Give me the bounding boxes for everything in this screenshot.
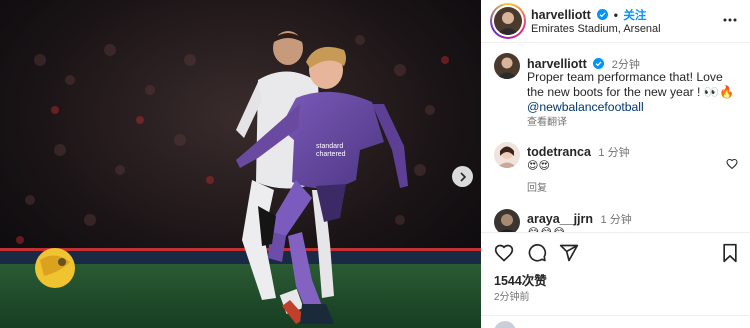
- verified-badge-icon: [593, 58, 605, 69]
- mention-link[interactable]: @newbalancefootball: [527, 100, 644, 114]
- avatar: [494, 321, 516, 328]
- see-translation-link[interactable]: 查看翻译: [527, 113, 567, 128]
- separator-dot: •: [613, 8, 618, 22]
- comment-avatar[interactable]: [494, 142, 520, 168]
- next-media-button[interactable]: [452, 166, 473, 187]
- heart-icon[interactable]: [494, 243, 514, 263]
- avatar[interactable]: [494, 7, 522, 35]
- comment-text: 😍😍: [527, 160, 550, 172]
- bookmark-icon[interactable]: [720, 243, 740, 263]
- svg-text:chartered: chartered: [316, 151, 346, 158]
- ball: [35, 248, 75, 288]
- like-count[interactable]: 1544次赞: [494, 270, 547, 289]
- comment-username[interactable]: todetranca: [527, 145, 591, 159]
- caption-username[interactable]: harvelliott: [527, 57, 587, 71]
- header-username[interactable]: harvelliott: [531, 8, 591, 22]
- match-photo: standard chartered: [0, 0, 481, 328]
- comment-time[interactable]: 1 分钟: [598, 147, 629, 159]
- reply-link[interactable]: 回复: [527, 179, 547, 194]
- send-icon[interactable]: [559, 243, 579, 263]
- action-bar: 1544次赞 2分钟前: [481, 232, 750, 328]
- post-media[interactable]: standard chartered: [0, 0, 481, 328]
- avatar-image: [494, 53, 520, 79]
- comment-header: araya__jjrn 1 分钟: [527, 211, 632, 227]
- avatar-image: [494, 7, 522, 35]
- location-link[interactable]: Emirates Stadium, Arsenal: [531, 23, 661, 35]
- comment-time[interactable]: 1 分钟: [601, 214, 632, 226]
- more-options-icon[interactable]: [722, 12, 738, 28]
- post-panel: harvelliott • 关注 Emirates Stadium, Arsen…: [481, 0, 750, 328]
- caption-text: Proper team performance that! Love the n…: [527, 70, 742, 115]
- svg-text:standard: standard: [316, 143, 343, 150]
- comment-heart-icon[interactable]: [726, 158, 738, 170]
- follow-button[interactable]: 关注: [623, 10, 646, 22]
- caption-body: Proper team performance that! Love the n…: [527, 70, 735, 99]
- verified-badge-icon: [597, 9, 609, 20]
- divider: [481, 315, 750, 316]
- posted-time[interactable]: 2分钟前: [494, 288, 530, 303]
- comment-header: todetranca 1 分钟: [527, 144, 630, 160]
- post-header: harvelliott • 关注 Emirates Stadium, Arsen…: [481, 0, 750, 43]
- comment-icon[interactable]: [527, 243, 547, 263]
- chevron-right-icon: [459, 171, 466, 182]
- comment-username[interactable]: araya__jjrn: [527, 212, 593, 226]
- caption-avatar[interactable]: [494, 53, 520, 79]
- avatar-image: [494, 142, 520, 168]
